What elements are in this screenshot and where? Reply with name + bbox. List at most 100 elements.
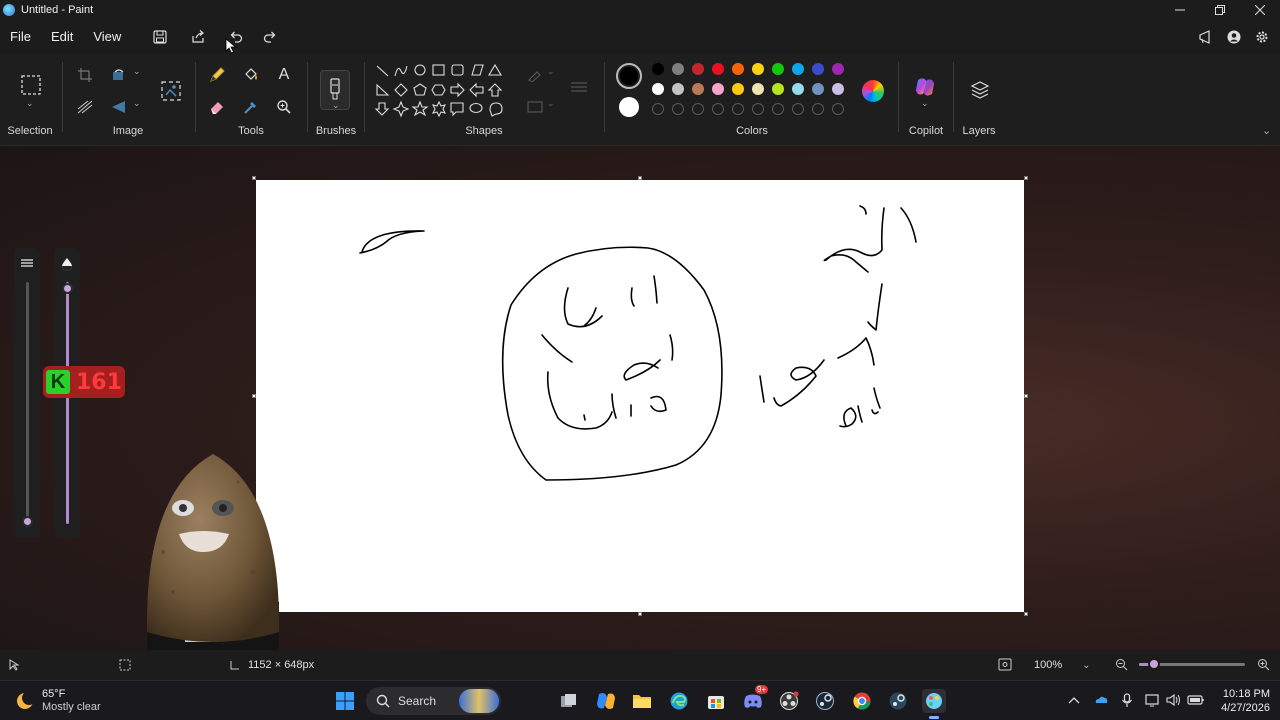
custom-color-slot[interactable]	[712, 103, 724, 115]
image-resize-button[interactable]	[157, 77, 185, 105]
size-slider-thumb[interactable]	[22, 516, 33, 527]
eraser-tool[interactable]	[204, 94, 230, 120]
copilot-chevron-down-icon[interactable]: ⌄	[921, 98, 929, 109]
color-swatch[interactable]	[692, 83, 704, 95]
magnifier-tool[interactable]	[271, 94, 297, 120]
menu-view[interactable]: View	[83, 20, 131, 54]
color-swatch[interactable]	[672, 83, 684, 95]
opacity-slider-thumb[interactable]	[62, 283, 73, 294]
color-swatch[interactable]	[712, 83, 724, 95]
custom-color-slot[interactable]	[792, 103, 804, 115]
crop-button[interactable]	[72, 62, 98, 88]
redo-button[interactable]	[255, 22, 285, 52]
zoom-dropdown[interactable]: 100% ⌄	[1028, 654, 1100, 676]
edge-button[interactable]	[667, 689, 691, 713]
volume-icon[interactable]	[1166, 693, 1182, 707]
minimize-button[interactable]	[1160, 0, 1200, 20]
custom-color-slot[interactable]	[732, 103, 744, 115]
steam-button[interactable]	[813, 689, 837, 713]
color-swatch[interactable]	[812, 83, 824, 95]
resize-handle-top-left[interactable]	[252, 176, 256, 180]
zoom-slider-thumb[interactable]	[1148, 658, 1160, 670]
store-button[interactable]	[704, 689, 728, 713]
network-icon[interactable]	[1145, 693, 1161, 707]
discord-button[interactable]: 9+	[741, 685, 769, 713]
primary-color[interactable]	[616, 63, 642, 89]
close-button[interactable]	[1240, 0, 1280, 20]
fill-shape-button[interactable]	[522, 94, 548, 120]
menu-file[interactable]: File	[0, 20, 41, 54]
file-explorer-button[interactable]	[630, 689, 654, 713]
drawing-canvas[interactable]	[256, 180, 1024, 612]
rotate-button[interactable]	[106, 62, 132, 88]
clock[interactable]: 10:18 PM 4/27/2026	[1208, 687, 1270, 715]
rotate-chevron-down-icon[interactable]: ⌄	[133, 66, 141, 77]
weather-widget[interactable]: 65°F Mostly clear	[14, 688, 101, 714]
microphone-icon[interactable]	[1121, 693, 1133, 708]
edit-colors-button[interactable]	[862, 80, 884, 102]
shape-style-button[interactable]	[566, 74, 592, 100]
selection-button[interactable]	[17, 71, 45, 99]
custom-color-slot[interactable]	[652, 103, 664, 115]
color-swatch[interactable]	[672, 63, 684, 75]
color-swatch[interactable]	[832, 83, 844, 95]
custom-color-slot[interactable]	[772, 103, 784, 115]
save-button[interactable]	[145, 22, 175, 52]
zoom-in-icon[interactable]	[1257, 658, 1270, 671]
copilot-taskbar-button[interactable]	[594, 689, 618, 713]
color-swatch[interactable]	[652, 83, 664, 95]
chrome-button[interactable]	[850, 689, 874, 713]
resize-handle-top[interactable]	[638, 176, 642, 180]
shapes-gallery[interactable]	[372, 62, 508, 126]
flip-button[interactable]	[106, 94, 132, 120]
account-button[interactable]	[1220, 22, 1248, 52]
opacity-slider-track[interactable]	[66, 282, 69, 524]
color-swatch[interactable]	[732, 83, 744, 95]
color-swatch[interactable]	[692, 63, 704, 75]
color-swatch[interactable]	[772, 63, 784, 75]
copilot-button[interactable]	[912, 74, 938, 100]
color-swatch[interactable]	[792, 63, 804, 75]
image-select-button[interactable]	[72, 94, 98, 120]
task-view-button[interactable]	[557, 689, 581, 713]
fill-tool[interactable]	[238, 62, 264, 88]
resize-handle-bottom-right[interactable]	[1024, 612, 1028, 616]
brushes-chevron-down-icon[interactable]: ⌄	[332, 100, 340, 111]
color-swatch[interactable]	[652, 63, 664, 75]
color-swatch[interactable]	[832, 63, 844, 75]
color-swatch[interactable]	[712, 63, 724, 75]
shape-fill-chevron-down-icon[interactable]: ⌄	[547, 98, 555, 109]
taskbar-search[interactable]: Search	[366, 687, 501, 715]
battery-icon[interactable]	[1187, 693, 1205, 707]
text-tool[interactable]: A	[271, 62, 297, 88]
layers-button[interactable]	[967, 77, 993, 103]
resize-handle-left[interactable]	[252, 394, 256, 398]
custom-color-slot[interactable]	[692, 103, 704, 115]
steam-2-button[interactable]	[886, 689, 910, 713]
pencil-tool[interactable]	[204, 62, 230, 88]
resize-handle-bottom[interactable]	[638, 612, 642, 616]
color-swatch[interactable]	[772, 83, 784, 95]
outline-chevron-down-icon[interactable]: ⌄	[547, 66, 555, 77]
selection-chevron-down-icon[interactable]: ⌄	[26, 98, 34, 109]
settings-button[interactable]	[1248, 22, 1276, 52]
outline-button[interactable]	[522, 62, 548, 88]
flip-chevron-down-icon[interactable]: ⌄	[133, 98, 141, 109]
start-button[interactable]	[333, 689, 357, 713]
ribbon-collapse-chevron-icon[interactable]: ⌄	[1262, 124, 1271, 137]
feedback-button[interactable]	[1192, 22, 1220, 52]
tray-overflow-chevron-icon[interactable]	[1068, 695, 1080, 705]
custom-color-slot[interactable]	[672, 103, 684, 115]
paint-taskbar-button[interactable]	[922, 689, 946, 719]
onedrive-icon[interactable]	[1094, 693, 1108, 707]
fit-to-window-icon[interactable]	[998, 658, 1012, 671]
obs-button[interactable]	[777, 689, 801, 713]
color-swatch[interactable]	[752, 83, 764, 95]
color-picker-tool[interactable]	[238, 94, 264, 120]
color-swatch[interactable]	[792, 83, 804, 95]
color-swatch[interactable]	[812, 63, 824, 75]
menu-edit[interactable]: Edit	[41, 20, 83, 54]
resize-handle-right[interactable]	[1024, 394, 1028, 398]
resize-handle-top-right[interactable]	[1024, 176, 1028, 180]
color-swatch[interactable]	[732, 63, 744, 75]
